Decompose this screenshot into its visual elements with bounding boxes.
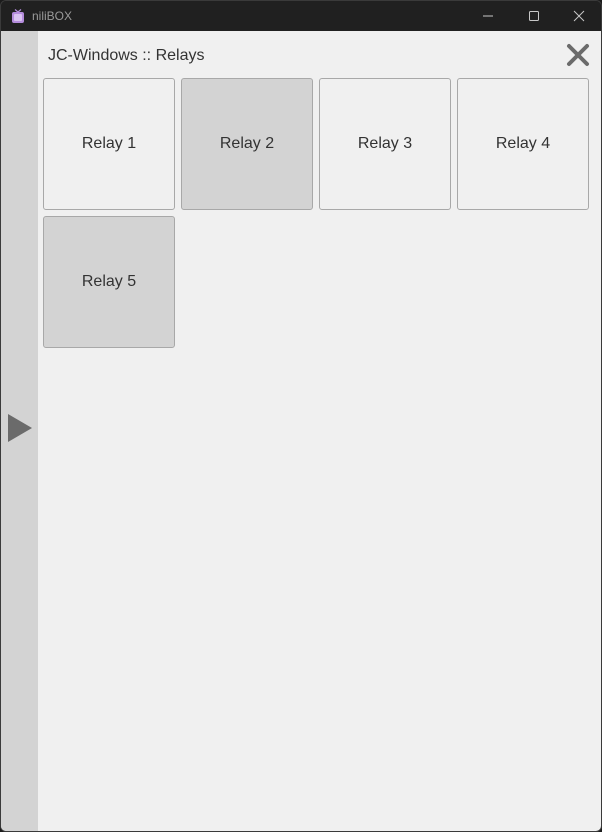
play-arrow-icon[interactable] (7, 413, 33, 443)
title-bar[interactable]: niliBOX (1, 1, 601, 31)
app-window: niliBOX JC-Windows :: Relays Relay 1 Rel… (0, 0, 602, 832)
maximize-button[interactable] (511, 1, 557, 31)
minimize-button[interactable] (465, 1, 511, 31)
relay-button-5[interactable]: Relay 5 (43, 216, 175, 348)
relay-button-1[interactable]: Relay 1 (43, 78, 175, 210)
minimize-icon (483, 15, 493, 17)
maximize-icon (529, 11, 539, 21)
app-icon (12, 9, 24, 23)
close-icon (573, 10, 585, 22)
window-title: niliBOX (32, 9, 73, 23)
relay-button-4[interactable]: Relay 4 (457, 78, 589, 210)
relays-panel: JC-Windows :: Relays Relay 1 Relay 2 Rel… (1, 31, 601, 831)
sidebar-toggle-strip[interactable] (1, 31, 38, 831)
close-x-icon[interactable] (566, 43, 590, 67)
window-close-button[interactable] (556, 1, 601, 31)
page-title: JC-Windows :: Relays (48, 47, 205, 64)
relay-button-3[interactable]: Relay 3 (319, 78, 451, 210)
relay-button-2[interactable]: Relay 2 (181, 78, 313, 210)
